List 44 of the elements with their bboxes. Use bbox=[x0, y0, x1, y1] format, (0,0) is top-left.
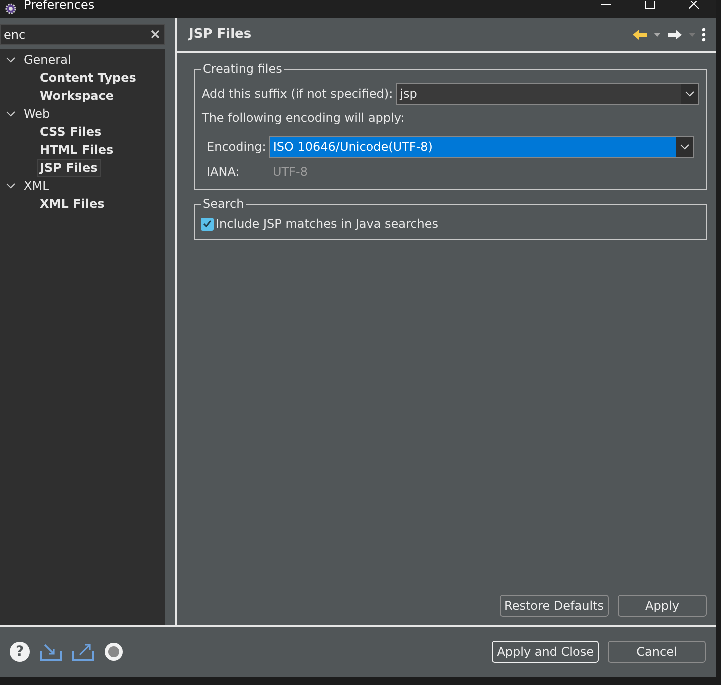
chevron-icon bbox=[680, 144, 690, 150]
more-icon[interactable] bbox=[702, 28, 706, 42]
tree-item[interactable]: XML Files bbox=[37, 195, 108, 213]
chevron-icon[interactable] bbox=[6, 181, 16, 191]
suffix-dropdown[interactable]: jsp bbox=[396, 83, 699, 105]
tree-item[interactable]: Content Types bbox=[37, 69, 140, 87]
page-title: JSP Files bbox=[189, 26, 252, 44]
tree-item[interactable]: JSP Files bbox=[37, 159, 101, 177]
caret-icon[interactable] bbox=[654, 32, 661, 36]
import-icon[interactable] bbox=[40, 643, 62, 661]
caret-icon bbox=[689, 32, 696, 36]
tree-item[interactable]: General bbox=[21, 51, 74, 69]
tree-item[interactable]: XML bbox=[21, 177, 52, 195]
chevron-icon bbox=[684, 91, 694, 97]
filter-field[interactable]: enc bbox=[0, 24, 165, 45]
encoding-note: The following encoding will apply: bbox=[202, 110, 406, 127]
group-title: Creating files bbox=[201, 61, 284, 77]
close-icon[interactable] bbox=[689, 1, 699, 9]
clear-icon[interactable] bbox=[151, 30, 160, 39]
chevron-icon[interactable] bbox=[6, 55, 16, 65]
checkbox[interactable] bbox=[201, 218, 214, 230]
forward-arrow-icon[interactable] bbox=[667, 28, 683, 40]
tree-item[interactable]: CSS Files bbox=[37, 123, 105, 141]
export-icon[interactable] bbox=[72, 643, 94, 661]
iana-value: UTF-8 bbox=[273, 164, 308, 181]
encoding-label: Encoding: bbox=[207, 139, 266, 156]
checkbox-label[interactable]: Include JSP matches in Java searches bbox=[216, 215, 439, 233]
tree-item[interactable]: Workspace bbox=[37, 87, 118, 105]
tree-item[interactable]: Web bbox=[21, 105, 54, 123]
encoding-dropdown[interactable]: ISO 10646/Unicode(UTF-8) bbox=[269, 136, 694, 158]
tree-item[interactable]: HTML Files bbox=[37, 141, 117, 159]
window-title: Preferences bbox=[24, 0, 95, 11]
chevron-icon[interactable] bbox=[6, 109, 16, 119]
maximize-icon[interactable] bbox=[645, 1, 655, 9]
iana-label: IANA: bbox=[207, 164, 241, 181]
apply-button[interactable]: Apply bbox=[618, 595, 707, 617]
app-icon bbox=[3, 3, 19, 15]
restore-defaults-button[interactable]: Restore Defaults bbox=[500, 595, 609, 617]
record-icon[interactable] bbox=[104, 642, 124, 662]
help-icon[interactable]: ? bbox=[10, 642, 30, 662]
suffix-label: Add this suffix (if not specified): bbox=[202, 86, 394, 103]
back-arrow-icon[interactable] bbox=[632, 28, 648, 40]
cancel-button[interactable]: Cancel bbox=[608, 641, 706, 663]
apply-and-close-button[interactable]: Apply and Close bbox=[492, 641, 599, 663]
